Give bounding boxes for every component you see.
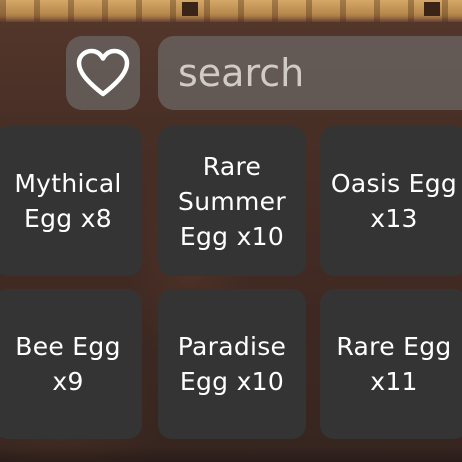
game-world-top-strip — [0, 0, 462, 22]
egg-tile-paradise[interactable]: Paradise Egg x10 — [158, 289, 306, 439]
world-block-decoration — [182, 2, 198, 16]
favorites-button[interactable] — [66, 36, 140, 110]
bottom-shade — [0, 446, 462, 462]
search-box[interactable] — [158, 36, 462, 110]
egg-tile-oasis[interactable]: Oasis Egg x13 — [320, 126, 462, 276]
egg-tile-rare[interactable]: Rare Egg x11 — [320, 289, 462, 439]
search-input[interactable] — [178, 36, 458, 110]
egg-tile-bee[interactable]: Bee Egg x9 — [0, 289, 142, 439]
egg-tile-mythical[interactable]: Mythical Egg x8 — [0, 126, 142, 276]
egg-label: Rare Summer Egg x10 — [178, 151, 286, 251]
egg-label: Bee Egg x9 — [15, 332, 121, 396]
egg-label: Paradise Egg x10 — [177, 332, 287, 396]
world-block-decoration — [424, 2, 440, 16]
egg-label: Rare Egg x11 — [336, 332, 452, 396]
egg-label: Oasis Egg x13 — [330, 169, 458, 233]
egg-tile-rare-summer[interactable]: Rare Summer Egg x10 — [158, 126, 306, 276]
heart-outline-icon — [76, 48, 130, 97]
egg-label: Mythical Egg x8 — [14, 169, 122, 233]
